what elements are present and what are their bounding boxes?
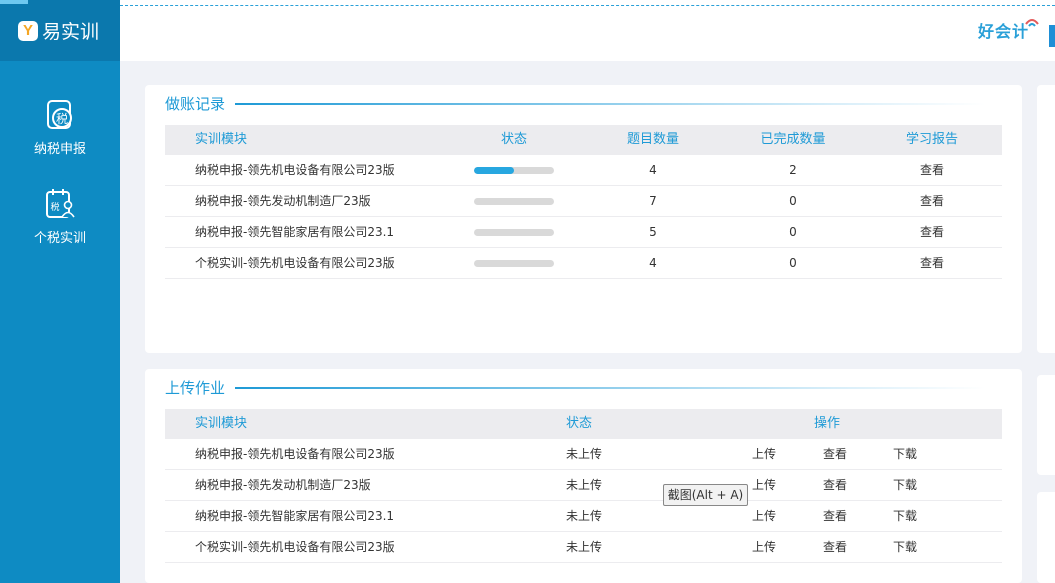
download-link[interactable]: 下载 bbox=[893, 470, 917, 500]
column-header: 操作 bbox=[814, 416, 841, 431]
title-underline bbox=[235, 102, 986, 105]
sidebar: Y 易实训 税 纳税申报 税 个税实训 bbox=[0, 0, 120, 583]
records-table-header: 实训模块 状态 题目数量 已完成数量 学习报告 bbox=[165, 125, 1002, 155]
completed-count: 0 bbox=[789, 225, 797, 239]
records-panel-title: 做账记录 bbox=[165, 95, 226, 113]
personal-tax-icon: 税 bbox=[43, 187, 77, 221]
module-name: 纳税申报-领先机电设备有限公司23版 bbox=[195, 447, 395, 461]
module-name: 纳税申报-领先发动机制造厂23版 bbox=[195, 194, 371, 208]
column-header: 题目数量 bbox=[626, 132, 679, 147]
download-link[interactable]: 下载 bbox=[893, 532, 917, 562]
title-underline bbox=[235, 386, 986, 389]
completed-count: 2 bbox=[789, 163, 797, 177]
top-header: 好会计 bbox=[120, 0, 1055, 61]
table-row: 个税实训-领先机电设备有限公司23版 4 0 查看 bbox=[165, 248, 1002, 279]
tax-declaration-icon: 税 bbox=[43, 98, 77, 132]
question-count: 7 bbox=[649, 194, 657, 208]
module-name: 个税实训-领先机电设备有限公司23版 bbox=[195, 256, 395, 270]
uploads-panel-header: 上传作业 bbox=[165, 377, 986, 398]
header-dashed-divider bbox=[120, 5, 1055, 6]
module-name: 纳税申报-领先机电设备有限公司23版 bbox=[195, 163, 395, 177]
view-link[interactable]: 查看 bbox=[823, 501, 847, 531]
view-link[interactable]: 查看 bbox=[823, 439, 847, 469]
app-logo[interactable]: Y 易实训 bbox=[0, 0, 120, 61]
completed-count: 0 bbox=[789, 194, 797, 208]
table-row: 纳税申报-领先发动机制造厂23版 未上传 上传 查看 下载 bbox=[165, 470, 1002, 501]
download-link[interactable]: 下载 bbox=[893, 439, 917, 469]
view-report-link[interactable]: 查看 bbox=[872, 186, 992, 216]
records-panel-header: 做账记录 bbox=[165, 93, 986, 114]
upload-status: 未上传 bbox=[566, 540, 603, 554]
brand-logo[interactable]: 好会计 bbox=[978, 18, 1039, 42]
uploads-panel: 上传作业 实训模块 状态 操作 纳税申报-领先机电设备有限公司23版 未上传 上… bbox=[145, 369, 1022, 583]
question-count: 4 bbox=[649, 256, 657, 270]
logo-mark-icon: Y bbox=[18, 20, 38, 41]
table-row: 纳税申报-领先智能家居有限公司23.1 未上传 上传 查看 下载 bbox=[165, 501, 1002, 532]
progress-bar bbox=[474, 260, 554, 267]
upload-status: 未上传 bbox=[566, 447, 603, 461]
app-name: 易实训 bbox=[42, 21, 100, 43]
column-header: 状态 bbox=[500, 132, 527, 147]
column-header: 状态 bbox=[566, 416, 593, 431]
uploads-table-header: 实训模块 状态 操作 bbox=[165, 409, 1002, 439]
screenshot-tooltip: 截图(Alt + A) bbox=[663, 484, 748, 506]
column-header: 实训模块 bbox=[195, 416, 248, 431]
question-count: 5 bbox=[649, 225, 657, 239]
right-panel-edge bbox=[1037, 85, 1055, 353]
sidebar-item-personal-tax[interactable]: 税 个税实训 bbox=[0, 187, 120, 246]
module-name: 个税实训-领先机电设备有限公司23版 bbox=[195, 540, 395, 554]
sidebar-top-accent bbox=[0, 0, 28, 4]
upload-status: 未上传 bbox=[566, 509, 603, 523]
svg-text:税: 税 bbox=[50, 201, 59, 213]
upload-link[interactable]: 上传 bbox=[752, 439, 776, 469]
view-report-link[interactable]: 查看 bbox=[872, 248, 992, 278]
progress-bar bbox=[474, 198, 554, 205]
brand-signal-icon bbox=[1025, 19, 1039, 27]
svg-text:税: 税 bbox=[56, 112, 68, 126]
module-name: 纳税申报-领先智能家居有限公司23.1 bbox=[195, 225, 395, 239]
view-report-link[interactable]: 查看 bbox=[872, 217, 992, 247]
view-link[interactable]: 查看 bbox=[823, 532, 847, 562]
question-count: 4 bbox=[649, 163, 657, 177]
completed-count: 0 bbox=[789, 256, 797, 270]
records-panel: 做账记录 实训模块 状态 题目数量 已完成数量 学习报告 纳税申报-领先机电设备… bbox=[145, 85, 1022, 353]
module-name: 纳税申报-领先智能家居有限公司23.1 bbox=[195, 509, 395, 523]
view-report-link[interactable]: 查看 bbox=[872, 155, 992, 185]
upload-status: 未上传 bbox=[566, 478, 603, 492]
table-row: 个税实训-领先机电设备有限公司23版 未上传 上传 查看 下载 bbox=[165, 532, 1002, 563]
progress-bar bbox=[474, 229, 554, 236]
sidebar-item-label: 个税实训 bbox=[33, 231, 86, 246]
table-row: 纳税申报-领先智能家居有限公司23.1 5 0 查看 bbox=[165, 217, 1002, 248]
upload-link[interactable]: 上传 bbox=[752, 532, 776, 562]
column-header: 已完成数量 bbox=[760, 132, 826, 147]
uploads-panel-title: 上传作业 bbox=[165, 379, 226, 397]
table-row: 纳税申报-领先机电设备有限公司23版 未上传 上传 查看 下载 bbox=[165, 439, 1002, 470]
download-link[interactable]: 下载 bbox=[893, 501, 917, 531]
sidebar-item-tax-declaration[interactable]: 税 纳税申报 bbox=[0, 98, 120, 157]
right-panel-edge bbox=[1037, 375, 1055, 475]
header-right-accent bbox=[1049, 25, 1055, 47]
upload-link[interactable]: 上传 bbox=[752, 501, 776, 531]
module-name: 纳税申报-领先发动机制造厂23版 bbox=[195, 478, 371, 492]
progress-bar bbox=[474, 167, 554, 174]
upload-link[interactable]: 上传 bbox=[752, 470, 776, 500]
right-panel-edge bbox=[1037, 492, 1055, 583]
column-header: 实训模块 bbox=[195, 132, 248, 147]
view-link[interactable]: 查看 bbox=[823, 470, 847, 500]
sidebar-item-label: 纳税申报 bbox=[33, 142, 86, 157]
column-header: 学习报告 bbox=[905, 132, 958, 147]
table-row: 纳税申报-领先发动机制造厂23版 7 0 查看 bbox=[165, 186, 1002, 217]
progress-fill bbox=[474, 167, 514, 174]
table-row: 纳税申报-领先机电设备有限公司23版 4 2 查看 bbox=[165, 155, 1002, 186]
